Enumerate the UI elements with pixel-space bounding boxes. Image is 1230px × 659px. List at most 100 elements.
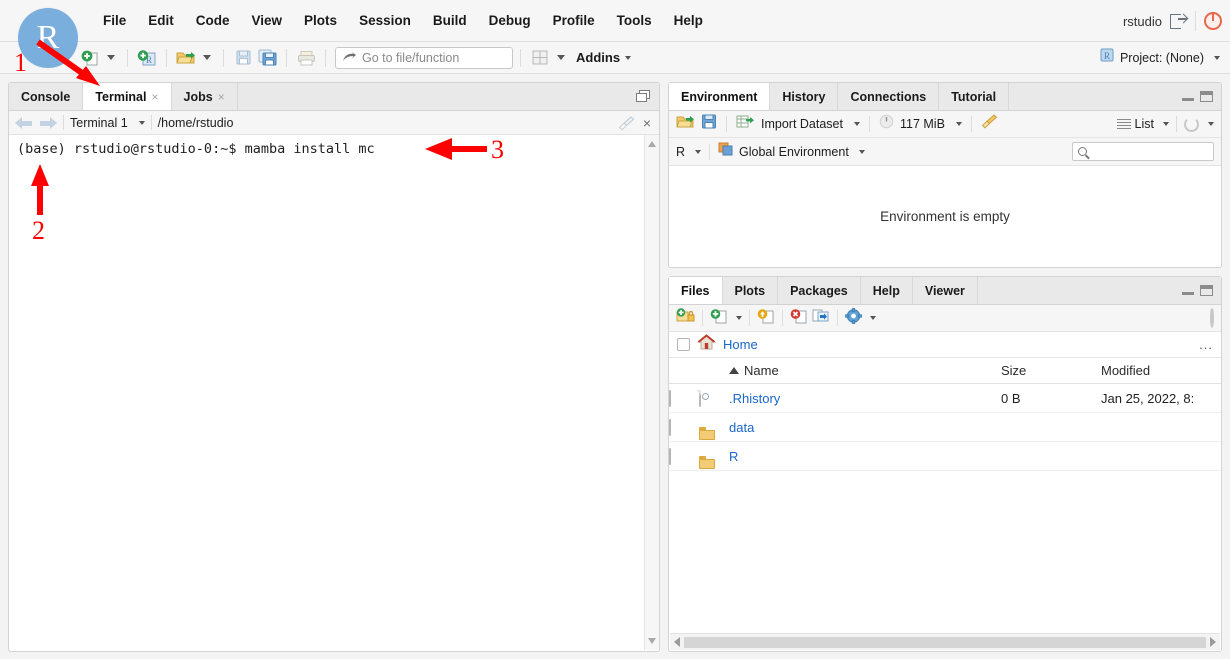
breadcrumb-home-link[interactable]: Home (723, 337, 758, 352)
menu-item-edit[interactable]: Edit (137, 9, 185, 32)
terminal-vertical-scrollbar[interactable] (644, 135, 659, 650)
maximize-icon[interactable] (1200, 285, 1213, 296)
select-all-checkbox[interactable] (677, 338, 690, 351)
back-arrow-icon[interactable] (15, 116, 33, 130)
tab-terminal[interactable]: Terminal × (83, 83, 171, 110)
menu-item-help[interactable]: Help (663, 9, 714, 32)
save-all-icon[interactable] (255, 47, 279, 69)
menu-item-build[interactable]: Build (422, 9, 478, 32)
terminal-selector-caret[interactable] (139, 121, 145, 125)
language-selector-caret[interactable] (695, 150, 701, 154)
table-row[interactable]: .Rhistory 0 B Jan 25, 2022, 8: (669, 384, 1221, 413)
panes-dropdown-caret[interactable] (557, 55, 565, 60)
scroll-left-arrow-icon[interactable] (674, 637, 680, 647)
print-icon[interactable] (294, 47, 318, 69)
tab-help[interactable]: Help (861, 277, 913, 304)
import-dataset-caret[interactable] (854, 122, 860, 126)
environment-search-input[interactable] (1072, 142, 1214, 161)
refresh-icon[interactable] (1184, 117, 1199, 132)
menu-item-plots[interactable]: Plots (293, 9, 348, 32)
scroll-up-arrow-icon[interactable] (648, 141, 656, 147)
scrollbar-thumb[interactable] (684, 637, 1206, 648)
terminal-selector-label[interactable]: Terminal 1 (70, 116, 128, 130)
broom-clear-icon[interactable] (618, 116, 634, 130)
view-mode-caret[interactable] (1163, 122, 1169, 126)
minimize-icon[interactable] (1182, 92, 1194, 102)
file-name-cell[interactable]: R (729, 449, 1001, 464)
tab-viewer[interactable]: Viewer (913, 277, 978, 304)
addins-dropdown-caret[interactable] (625, 56, 631, 60)
menu-item-file[interactable]: File (92, 9, 137, 32)
new-file-dropdown-caret[interactable] (107, 55, 115, 60)
files-refresh-icon[interactable] (1210, 309, 1214, 327)
tab-packages[interactable]: Packages (778, 277, 861, 304)
row-checkbox[interactable] (669, 448, 671, 465)
project-dropdown-caret[interactable] (1214, 56, 1220, 60)
files-horizontal-scrollbar[interactable] (670, 633, 1220, 650)
signout-icon[interactable] (1170, 14, 1187, 29)
menu-item-debug[interactable]: Debug (478, 9, 542, 32)
show-in-new-window-icon[interactable] (636, 90, 651, 103)
clear-objects-icon[interactable] (981, 114, 998, 134)
menu-item-profile[interactable]: Profile (542, 9, 606, 32)
environment-scope-caret[interactable] (859, 150, 865, 154)
new-file-icon[interactable] (78, 47, 102, 69)
list-view-icon[interactable] (1117, 119, 1131, 130)
new-blank-file-caret[interactable] (736, 316, 742, 320)
table-row[interactable]: data (669, 413, 1221, 442)
delete-icon[interactable] (790, 308, 808, 329)
open-file-icon[interactable] (174, 47, 198, 69)
row-checkbox[interactable] (669, 390, 671, 407)
menu-item-session[interactable]: Session (348, 9, 422, 32)
terminal-close-icon[interactable]: × (643, 116, 651, 130)
tab-tutorial[interactable]: Tutorial (939, 83, 1009, 110)
goto-file-function-input[interactable]: Go to file/function (335, 47, 513, 69)
menu-item-code[interactable]: Code (185, 9, 241, 32)
tab-environment[interactable]: Environment (669, 83, 770, 110)
menu-item-view[interactable]: View (241, 9, 294, 32)
tab-jobs[interactable]: Jobs × (172, 83, 238, 110)
tab-history[interactable]: History (770, 83, 838, 110)
save-icon[interactable] (231, 47, 255, 69)
refresh-dropdown-caret[interactable] (1208, 122, 1214, 126)
new-project-icon[interactable]: R (135, 47, 159, 69)
scroll-down-arrow-icon[interactable] (648, 638, 656, 644)
forward-arrow-icon[interactable] (39, 116, 57, 130)
maximize-icon[interactable] (1200, 91, 1213, 102)
tab-plots[interactable]: Plots (723, 277, 779, 304)
tab-terminal-close-icon[interactable]: × (151, 90, 158, 104)
load-workspace-icon[interactable] (676, 114, 695, 134)
tab-connections[interactable]: Connections (838, 83, 939, 110)
new-blank-file-icon[interactable] (710, 308, 728, 329)
file-name-cell[interactable]: .Rhistory (729, 391, 1001, 406)
open-file-dropdown-caret[interactable] (203, 55, 211, 60)
upload-icon[interactable] (757, 308, 775, 329)
save-workspace-icon[interactable] (701, 114, 717, 134)
environment-scope-label[interactable]: Global Environment (739, 145, 849, 159)
addins-label[interactable]: Addins (576, 50, 620, 65)
tab-console[interactable]: Console (9, 83, 83, 110)
terminal-output-area[interactable]: (base) rstudio@rstudio-0:~$ mamba instal… (9, 135, 659, 650)
header-modified-column[interactable]: Modified (1101, 363, 1221, 378)
more-gear-icon[interactable] (845, 308, 862, 329)
breadcrumb-more-button[interactable]: ... (1199, 337, 1213, 352)
power-icon[interactable] (1204, 12, 1222, 30)
new-folder-icon[interactable] (676, 308, 695, 329)
menu-item-tools[interactable]: Tools (606, 9, 663, 32)
memory-usage-label[interactable]: 117 MiB (900, 117, 945, 131)
language-selector-label[interactable]: R (676, 145, 685, 159)
header-size-column[interactable]: Size (1001, 363, 1101, 378)
memory-dropdown-caret[interactable] (956, 122, 962, 126)
more-gear-caret[interactable] (870, 316, 876, 320)
workspace-panes-icon[interactable] (528, 47, 552, 69)
view-mode-label[interactable]: List (1135, 117, 1154, 131)
table-row[interactable]: R (669, 442, 1221, 471)
scroll-right-arrow-icon[interactable] (1210, 637, 1216, 647)
header-name-column[interactable]: Name (729, 363, 1001, 378)
tab-jobs-close-icon[interactable]: × (218, 90, 225, 104)
tab-files[interactable]: Files (669, 277, 723, 304)
minimize-icon[interactable] (1182, 286, 1194, 296)
import-dataset-label[interactable]: Import Dataset (761, 117, 843, 131)
rename-icon[interactable] (811, 308, 830, 329)
row-checkbox[interactable] (669, 419, 671, 436)
